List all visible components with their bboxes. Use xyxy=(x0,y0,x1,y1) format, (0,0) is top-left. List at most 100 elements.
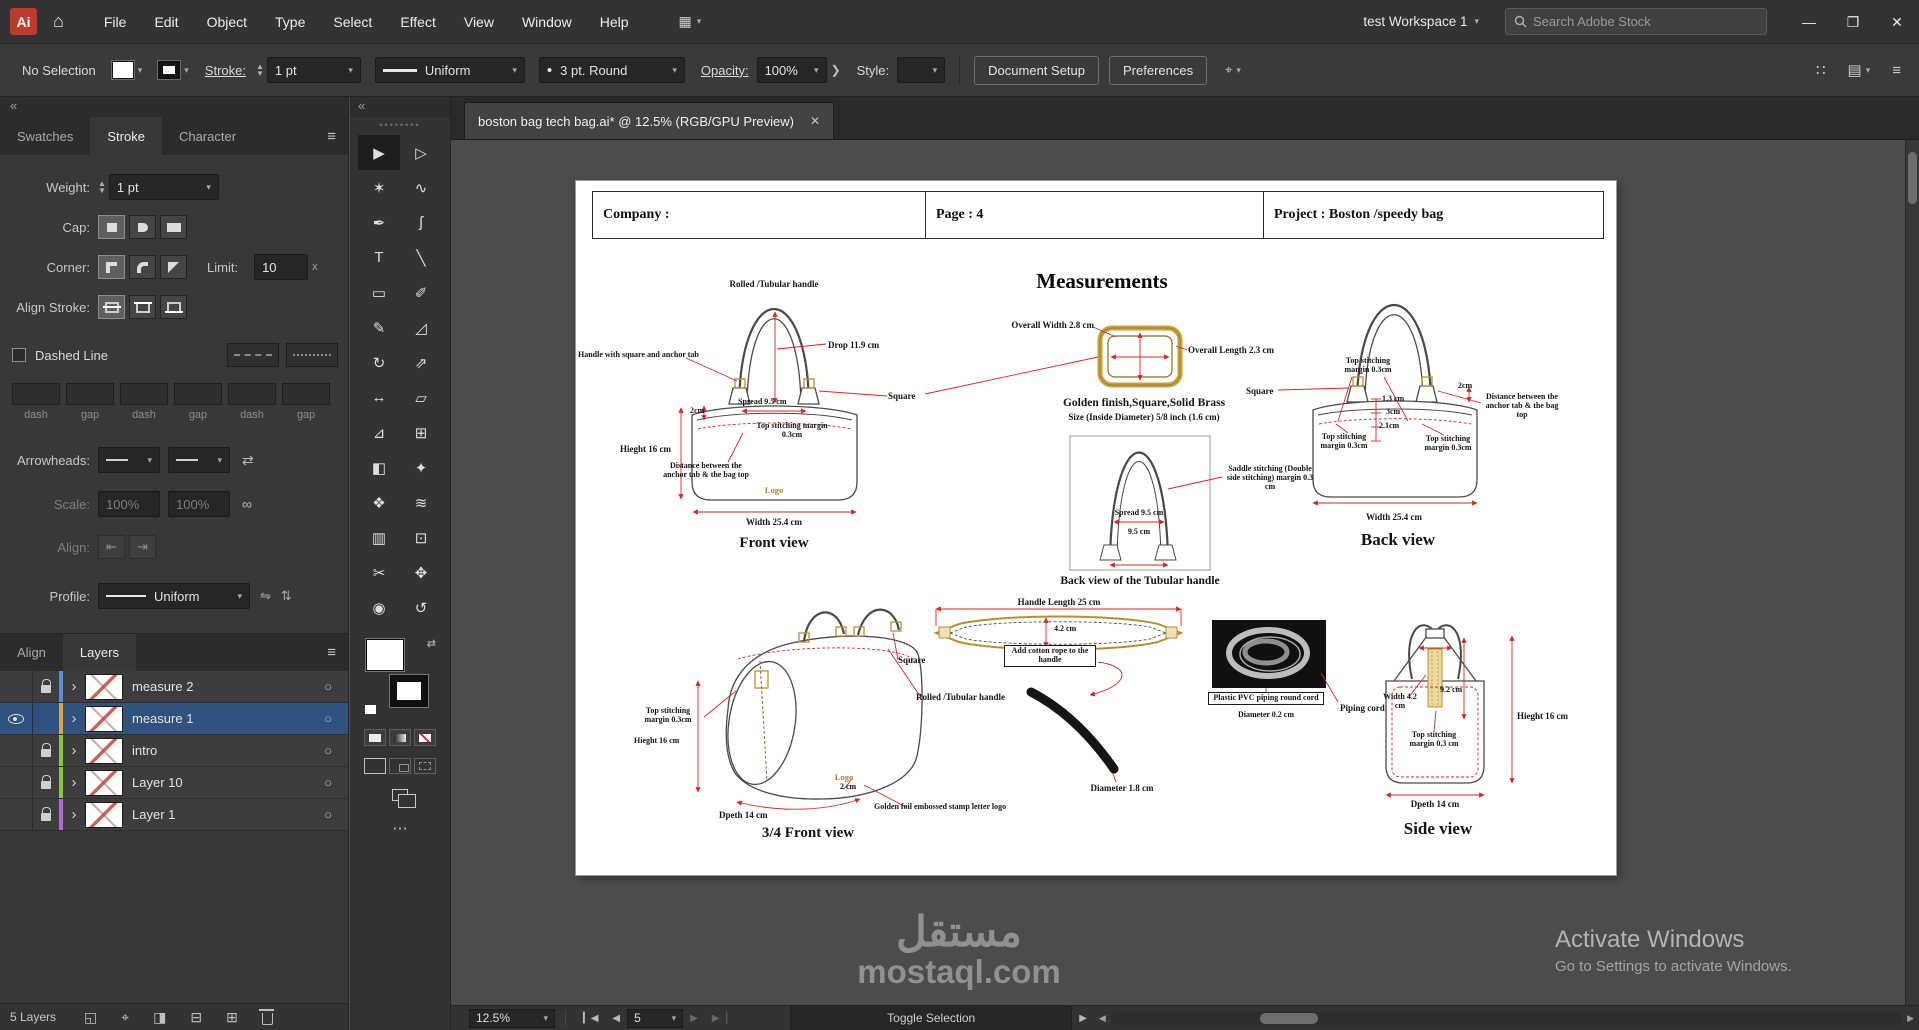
layer-row-measure-1[interactable]: › measure 1 ○ xyxy=(0,703,348,735)
shaper-tool[interactable]: ✎ xyxy=(358,310,400,345)
scale-end-field[interactable]: 100% xyxy=(168,491,230,517)
opacity-field[interactable]: 100% ▾ xyxy=(756,57,827,83)
layer-name[interactable]: Layer 10 xyxy=(132,775,183,790)
collapse-panel-icon[interactable]: « xyxy=(0,97,348,117)
style-select[interactable]: ▾ xyxy=(897,57,946,83)
lock-toggle[interactable] xyxy=(33,679,59,693)
new-sublayer-icon[interactable]: ⊟ xyxy=(190,1009,202,1026)
cap-round-button[interactable] xyxy=(129,215,156,239)
draw-inside-button[interactable] xyxy=(414,758,436,774)
flip-across-icon[interactable]: ⇋ xyxy=(260,588,271,604)
eyedropper-tool[interactable]: ✦ xyxy=(400,450,442,485)
menu-help[interactable]: Help xyxy=(586,0,643,44)
selection-tool[interactable]: ▶ xyxy=(358,135,400,170)
paintbrush-tool[interactable]: ✐ xyxy=(400,275,442,310)
prev-artboard-button[interactable]: ◀ xyxy=(605,1013,627,1024)
arrowhead-start-select[interactable]: ▾ xyxy=(98,447,160,473)
align-arrow-tip-button[interactable]: ⇤ xyxy=(98,535,125,559)
mesh-tool[interactable]: ⊞ xyxy=(400,415,442,450)
menu-select[interactable]: Select xyxy=(319,0,386,44)
menu-effect[interactable]: Effect xyxy=(386,0,450,44)
locate-object-icon[interactable]: ⌖ xyxy=(121,1009,129,1026)
cap-butt-button[interactable] xyxy=(98,215,125,239)
horizontal-scroll-track[interactable] xyxy=(1109,1011,1904,1025)
opacity-expander-icon[interactable]: ❯ xyxy=(831,63,841,77)
fill-color-dropdown[interactable]: ▾ xyxy=(111,61,142,79)
restore-button[interactable]: ❐ xyxy=(1831,0,1875,44)
next-artboard-button[interactable]: ▶ xyxy=(683,1013,705,1024)
align-inside-button[interactable] xyxy=(129,295,156,319)
link-scale-icon[interactable]: ∞ xyxy=(242,496,252,512)
limit-field[interactable]: 10 xyxy=(254,254,309,280)
align-outside-button[interactable] xyxy=(160,295,187,319)
control-panel-menu-icon[interactable]: ≡ xyxy=(1892,62,1901,79)
close-tab-icon[interactable]: ✕ xyxy=(810,114,820,128)
menu-window[interactable]: Window xyxy=(508,0,586,44)
minimize-button[interactable]: — xyxy=(1787,0,1831,44)
width-profile-select[interactable]: Uniform ▾ xyxy=(374,57,525,83)
dash-field-1[interactable] xyxy=(66,383,114,405)
curvature-tool[interactable]: ʃ xyxy=(400,205,442,240)
fill-proxy-swatch[interactable] xyxy=(366,639,404,671)
layer-name[interactable]: Layer 1 xyxy=(132,807,175,822)
status-readout[interactable]: Toggle Selection xyxy=(790,1006,1073,1030)
layer-row-layer-1[interactable]: › Layer 1 ○ xyxy=(0,799,348,831)
dash-preserve-button[interactable] xyxy=(227,343,279,367)
last-artboard-button[interactable]: ▶▕ xyxy=(705,1013,734,1024)
dash-field-3[interactable] xyxy=(174,383,222,405)
default-fill-stroke-icon[interactable] xyxy=(364,704,377,715)
document-tab[interactable]: boston bag tech bag.ai* @ 12.5% (RGB/GPU… xyxy=(464,102,835,139)
align-center-button[interactable] xyxy=(98,295,125,319)
magic-wand-tool[interactable]: ✶ xyxy=(358,170,400,205)
scale-start-field[interactable]: 100% xyxy=(98,491,160,517)
status-expand-icon[interactable]: ▶ xyxy=(1072,1013,1094,1024)
draw-behind-button[interactable] xyxy=(389,758,411,774)
tab-stroke[interactable]: Stroke xyxy=(90,117,162,155)
expand-icon[interactable]: › xyxy=(63,806,85,823)
artboard-tool[interactable]: ⊡ xyxy=(400,520,442,555)
visibility-toggle[interactable] xyxy=(0,735,33,766)
column-graph-tool[interactable]: ▥ xyxy=(358,520,400,555)
lock-toggle[interactable] xyxy=(33,743,59,757)
workspace-switcher[interactable]: test Workspace 1 ▾ xyxy=(1363,14,1479,29)
dash-field-2[interactable] xyxy=(120,383,168,405)
free-transform-tool[interactable]: ▱ xyxy=(400,380,442,415)
dash-align-button[interactable] xyxy=(286,343,338,367)
app-logo[interactable]: Ai xyxy=(10,8,37,35)
tab-swatches[interactable]: Swatches xyxy=(0,117,90,155)
preferences-button[interactable]: Preferences xyxy=(1109,55,1208,85)
zoom-level-select[interactable]: 12.5% ▾ xyxy=(469,1008,555,1028)
slice-tool[interactable]: ✂ xyxy=(358,555,400,590)
rectangle-tool[interactable]: ▭ xyxy=(358,275,400,310)
corner-round-button[interactable] xyxy=(129,255,156,279)
document-setup-button[interactable]: Document Setup xyxy=(974,55,1099,85)
align-arrow-end-button[interactable]: ⇥ xyxy=(129,535,156,559)
layer-name[interactable]: measure 1 xyxy=(132,711,193,726)
corner-miter-button[interactable] xyxy=(98,255,125,279)
lock-toggle[interactable] xyxy=(33,807,59,821)
tab-character[interactable]: Character xyxy=(162,117,253,155)
type-tool[interactable]: T xyxy=(358,240,400,275)
swap-fill-stroke-icon[interactable]: ⇄ xyxy=(427,637,436,650)
flip-along-icon[interactable]: ⇅ xyxy=(281,588,292,604)
cap-projecting-button[interactable] xyxy=(160,215,187,239)
rotate-view-tool[interactable]: ↺ xyxy=(400,590,442,625)
layer-name[interactable]: intro xyxy=(132,743,157,758)
none-button[interactable] xyxy=(414,729,436,746)
stroke-panel-link[interactable]: Stroke: xyxy=(205,63,246,78)
scroll-left-icon[interactable]: ◀ xyxy=(1099,1013,1106,1024)
panel-menu-icon[interactable]: ≡ xyxy=(327,128,348,145)
collect-export-icon[interactable]: ◱ xyxy=(84,1009,97,1026)
vertical-scrollbar[interactable] xyxy=(1905,140,1919,1005)
dash-field-5[interactable] xyxy=(282,383,330,405)
delete-selection-icon[interactable] xyxy=(259,1008,275,1025)
draw-normal-button[interactable] xyxy=(364,758,386,774)
target-icon[interactable]: ○ xyxy=(324,775,332,790)
visibility-toggle[interactable] xyxy=(0,799,33,830)
dashed-line-checkbox[interactable] xyxy=(12,348,26,362)
target-icon[interactable]: ○ xyxy=(324,679,332,694)
blend-tool[interactable]: ❖ xyxy=(358,485,400,520)
home-icon[interactable]: ⌂ xyxy=(53,11,64,32)
perspective-grid-tool[interactable]: ⊿ xyxy=(358,415,400,450)
tab-layers[interactable]: Layers xyxy=(62,634,136,671)
